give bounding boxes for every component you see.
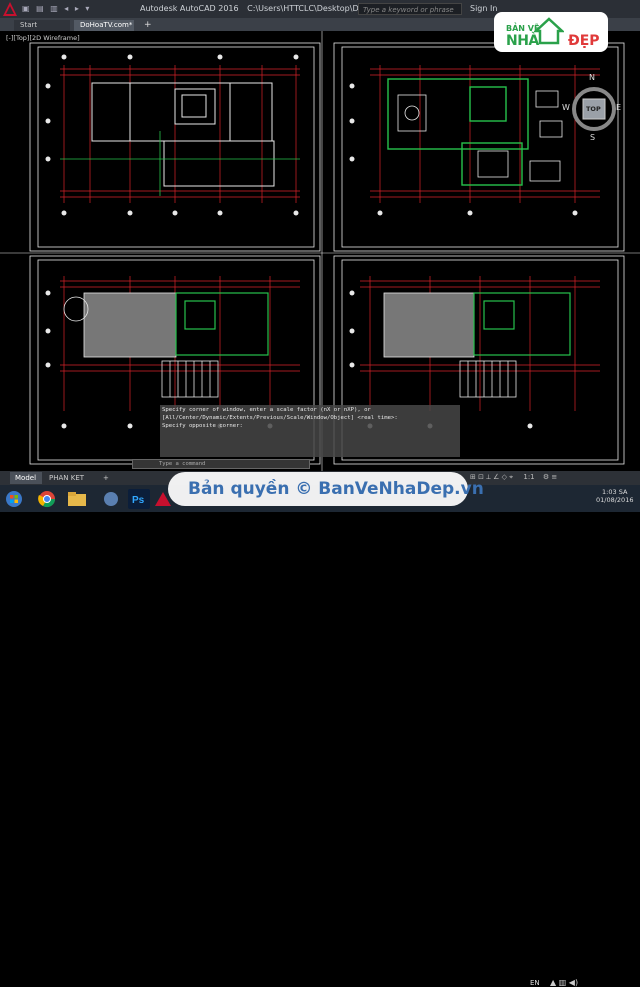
- compass-south[interactable]: S: [590, 133, 595, 142]
- sign-in-button[interactable]: Sign In: [470, 4, 497, 13]
- folder-icon[interactable]: [66, 489, 88, 509]
- tab-file-label: DoHoaTV.com*: [80, 21, 133, 29]
- quick-access-toolbar[interactable]: ▣ ▤ ▥ ◂ ▸ ▾: [22, 4, 91, 13]
- command-line-2: [All/Center/Dynamic/Extents/Previous/Sca…: [162, 415, 398, 421]
- compass-east[interactable]: E: [616, 103, 621, 112]
- add-layout-button[interactable]: +: [98, 472, 112, 484]
- tab-start[interactable]: Start: [14, 20, 70, 31]
- system-clock[interactable]: 1:03 SA 01/08/2016: [596, 488, 633, 504]
- app-icon[interactable]: [100, 489, 122, 509]
- tab-file[interactable]: DoHoaTV.com* ×: [74, 20, 134, 40]
- tab-model[interactable]: Model: [10, 472, 42, 484]
- settings-icon[interactable]: ⚙ ≡: [543, 473, 557, 481]
- command-line-1: Specify corner of window, enter a scale …: [162, 407, 371, 413]
- watermark-text: Bản quyền © BanVeNhaDep.vn: [188, 479, 484, 499]
- command-history: Specify corner of window, enter a scale …: [160, 405, 460, 457]
- new-tab-button[interactable]: +: [138, 20, 152, 31]
- tab-layout[interactable]: PHAN KET CAU: [44, 472, 98, 494]
- brand-line-2: NHÀ: [506, 33, 539, 49]
- brand-line-3: ĐẸP: [568, 33, 600, 49]
- copyright-watermark: Bản quyền © BanVeNhaDep.vn: [168, 472, 484, 506]
- clock-time: 1:03 SA: [602, 488, 628, 496]
- brand-line-1: BẢN VẼ: [506, 24, 540, 33]
- floor-plan-2: [349, 65, 600, 216]
- view-cube[interactable]: N S W E TOP: [562, 73, 621, 151]
- sheet-frames: [29, 42, 625, 465]
- photoshop-icon[interactable]: Ps: [128, 489, 150, 509]
- autocad-logo-icon[interactable]: [2, 1, 18, 17]
- command-line-3: Specify opposite corner:: [162, 423, 243, 429]
- compass-north[interactable]: N: [589, 73, 595, 82]
- search-input[interactable]: Type a keyword or phrase: [358, 3, 462, 15]
- floor-plan-1: [45, 54, 300, 216]
- clock-date: 01/08/2016: [596, 496, 634, 504]
- chrome-icon[interactable]: [36, 489, 58, 509]
- tray-icons[interactable]: ▲ ▥ ◀): [550, 978, 578, 987]
- language-indicator[interactable]: EN: [530, 979, 540, 987]
- command-input[interactable]: Type a command: [132, 459, 310, 469]
- svg-text:Ps: Ps: [132, 495, 145, 506]
- compass-west[interactable]: W: [562, 103, 570, 112]
- app-title: Autodesk AutoCAD 2016: [140, 4, 239, 13]
- annotation-scale[interactable]: 1:1: [523, 473, 534, 481]
- brand-logo: BẢN VẼ NHÀ ĐẸP: [494, 12, 608, 52]
- windows-start-icon[interactable]: [4, 489, 24, 509]
- view-cube-top-face[interactable]: TOP: [586, 105, 601, 113]
